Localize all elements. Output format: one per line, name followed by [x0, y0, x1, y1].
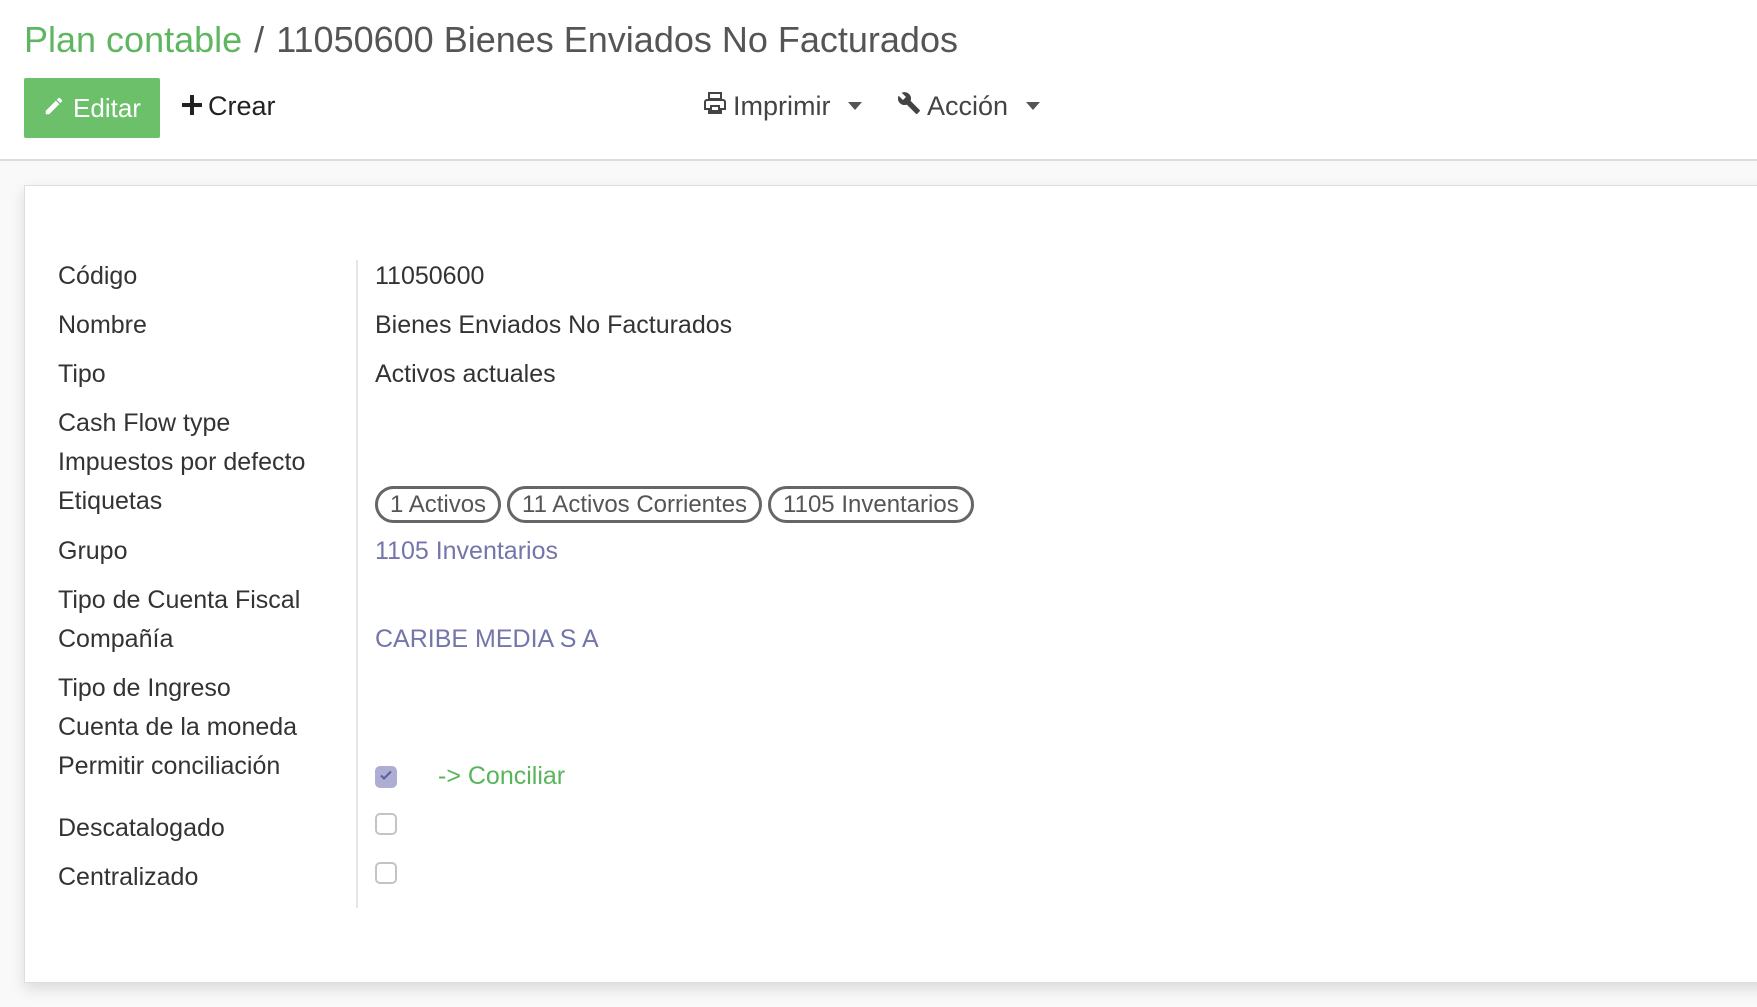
wrench-icon: [897, 91, 921, 122]
label-currency-account: Cuenta de la moneda: [58, 713, 298, 741]
deprecated-checkbox[interactable]: [375, 813, 397, 835]
breadcrumb-parent-link[interactable]: Plan contable: [24, 19, 242, 60]
label-divider: [356, 260, 358, 908]
tag-badge: 1105 Inventarios: [768, 486, 974, 523]
edit-button[interactable]: Editar: [24, 78, 160, 138]
printer-icon: [703, 91, 727, 122]
tag-badge: 1 Activos: [375, 486, 502, 523]
label-allow-reconcile: Permitir conciliación: [58, 752, 281, 780]
reconcile-button[interactable]: -> Conciliar: [438, 762, 565, 791]
company-link[interactable]: CARIBE MEDIA S A: [375, 625, 599, 654]
label-deprecated: Descatalogado: [58, 814, 225, 842]
action-dropdown-label: Acción: [927, 90, 1009, 121]
label-name: Nombre: [58, 311, 147, 339]
centralized-checkbox[interactable]: [375, 862, 397, 884]
create-button[interactable]: Crear: [182, 84, 276, 128]
plus-icon: [182, 91, 202, 122]
chevron-down-icon: [848, 102, 863, 110]
breadcrumb: Plan contable / 11050600 Bienes Enviados N…: [24, 18, 958, 62]
tags-list: 1 Activos 11 Activos Corrientes 1105 Inv…: [375, 486, 974, 523]
action-dropdown[interactable]: Acción: [897, 84, 1041, 128]
group-link[interactable]: 1105 Inventarios: [375, 537, 558, 566]
label-tags: Etiquetas: [58, 487, 163, 515]
tag-badge: 11 Activos Corrientes: [507, 486, 763, 523]
label-income-type: Tipo de Ingreso: [58, 674, 231, 702]
name-value: Bienes Enviados No Facturados: [375, 311, 733, 339]
label-group: Grupo: [58, 537, 128, 565]
control-panel: Plan contable / 11050600 Bienes Enviados N…: [0, 0, 1757, 161]
label-company: Compañía: [58, 625, 174, 653]
breadcrumb-current: 11050600 Bienes Enviados No Facturados: [276, 19, 958, 60]
pencil-icon: [43, 93, 65, 124]
label-cash-flow-type: Cash Flow type: [58, 409, 231, 437]
label-centralized: Centralizado: [58, 863, 199, 891]
allow-reconcile-checkbox[interactable]: [375, 766, 397, 788]
edit-button-label: Editar: [73, 92, 141, 123]
code-value: 11050600: [375, 262, 485, 290]
print-dropdown-label: Imprimir: [733, 90, 831, 121]
label-type: Tipo: [58, 360, 106, 388]
create-button-label: Crear: [208, 90, 276, 121]
checkmark-icon: [379, 768, 393, 787]
type-value: Activos actuales: [375, 360, 556, 388]
print-dropdown[interactable]: Imprimir: [703, 84, 863, 128]
label-fiscal-account-type: Tipo de Cuenta Fiscal: [58, 586, 301, 614]
breadcrumb-separator: /: [254, 19, 265, 60]
label-default-taxes: Impuestos por defecto: [58, 448, 306, 476]
form-sheet: [24, 185, 1757, 983]
chevron-down-icon: [1026, 102, 1041, 110]
label-code: Código: [58, 262, 138, 290]
